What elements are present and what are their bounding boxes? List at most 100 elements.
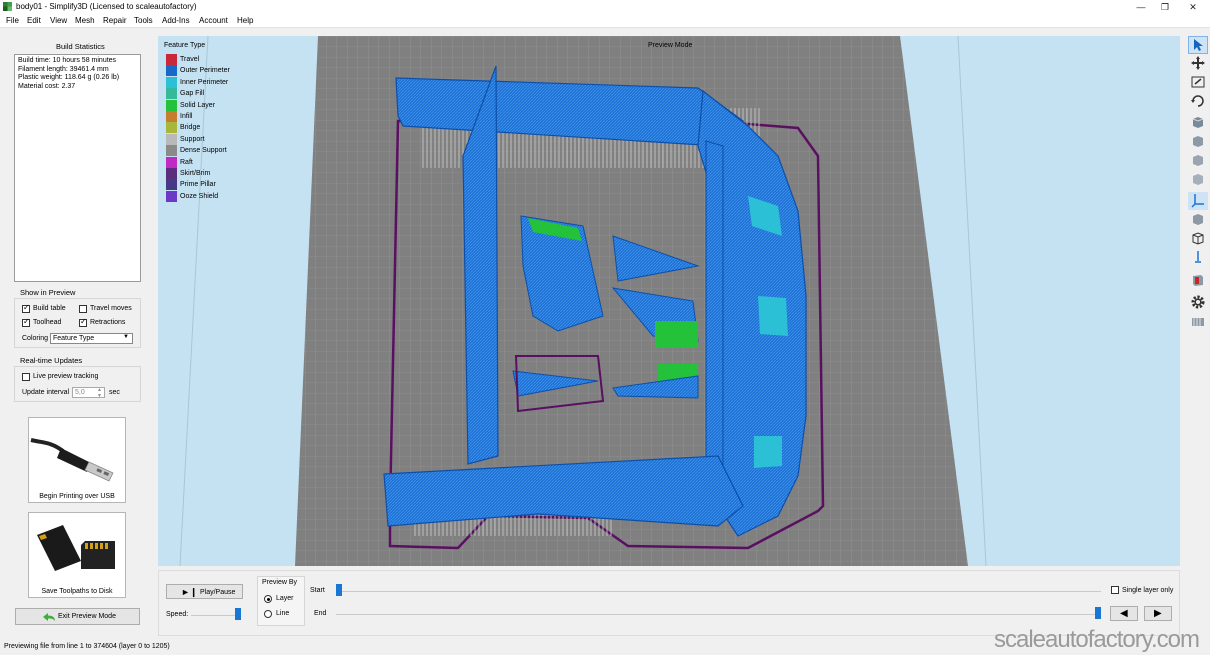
settings-gear-icon[interactable]	[1188, 294, 1208, 312]
view-front-icon[interactable]	[1188, 133, 1208, 151]
restore-button[interactable]: ❐	[1154, 1, 1176, 13]
next-layer-button[interactable]: ▶	[1144, 606, 1172, 621]
cube-wire-icon[interactable]	[1188, 230, 1208, 248]
update-interval-input[interactable]: 5,0 ▲ ▼	[72, 387, 105, 399]
legend-swatch	[166, 54, 177, 65]
view-right-icon[interactable]	[1188, 211, 1208, 229]
legend-swatch	[166, 65, 177, 77]
menu-edit[interactable]: Edit	[27, 16, 41, 25]
single-layer-label: Single layer only	[1122, 587, 1174, 594]
rotate-icon[interactable]	[1188, 93, 1208, 111]
minimize-button[interactable]: —	[1130, 1, 1152, 13]
menu-add-ins[interactable]: Add-Ins	[162, 16, 190, 25]
retractions-checkbox[interactable]	[79, 317, 87, 327]
update-interval-unit: sec	[109, 389, 120, 396]
stat-build-time: Build time: 10 hours 58 minutes	[18, 57, 117, 64]
view-left-icon[interactable]	[1188, 171, 1208, 189]
build-statistics-title: Build Statistics	[56, 42, 105, 51]
preview-by-layer-radio[interactable]	[264, 595, 272, 603]
coloring-value: Feature Type	[53, 335, 95, 342]
right-toolbar	[1186, 34, 1210, 334]
view-back-icon[interactable]	[1188, 152, 1208, 170]
menu-account[interactable]: Account	[199, 16, 228, 25]
save-toolpaths-label: Save Toolpaths to Disk	[41, 588, 113, 595]
z-axis-icon[interactable]	[1188, 249, 1208, 267]
spinner-arrows-icon: ▲ ▼	[97, 387, 102, 399]
legend-swatch	[166, 179, 177, 191]
speed-label: Speed:	[166, 611, 189, 618]
end-slider-track	[336, 614, 1101, 615]
window-title: body01 - Simplify3D (Licensed to scaleau…	[16, 2, 197, 11]
move-icon[interactable]	[1188, 55, 1208, 73]
chevron-down-icon: ▼	[123, 334, 129, 340]
toolpath-render	[179, 36, 987, 566]
save-toolpaths-button[interactable]: Save Toolpaths to Disk	[28, 512, 126, 598]
preview-by-layer-label: Layer	[276, 595, 294, 602]
usb-cable-icon	[30, 438, 114, 482]
arrow-right-icon: ▶	[1154, 608, 1162, 619]
start-slider-track	[336, 591, 1101, 592]
play-pause-label: Play/Pause	[200, 589, 236, 596]
view-default-icon[interactable]	[1188, 114, 1208, 132]
speed-slider-track	[191, 615, 241, 616]
menu-repair[interactable]: Repair	[103, 16, 127, 25]
legend-swatch	[166, 190, 177, 202]
preview-by-line-label: Line	[276, 610, 290, 617]
stat-material-cost: Material cost: 2.37	[18, 82, 76, 90]
title-bar: body01 - Simplify3D (Licensed to scaleau…	[0, 0, 1210, 14]
legend-swatch	[166, 88, 177, 100]
speed-slider-thumb[interactable]	[235, 608, 241, 620]
preview-mode-label: Preview Mode	[648, 42, 693, 49]
travel-moves-checkbox[interactable]	[79, 305, 87, 313]
play-pause-icon: ►❙	[181, 587, 198, 597]
legend-swatch	[166, 111, 177, 122]
select-arrow-icon[interactable]	[1188, 36, 1208, 54]
live-preview-checkbox[interactable]	[22, 373, 30, 381]
back-arrow-icon	[43, 613, 55, 621]
realtime-updates-title: Real-time Updates	[20, 356, 83, 365]
menu-bar: File Edit View Mesh Repair Tools Add-Ins…	[0, 14, 1210, 28]
exit-preview-button[interactable]: Exit Preview Mode	[15, 608, 140, 625]
single-layer-checkbox[interactable]	[1111, 586, 1119, 594]
menu-view[interactable]: View	[50, 16, 67, 25]
build-table-checkbox[interactable]	[22, 303, 30, 313]
exit-preview-label: Exit Preview Mode	[58, 613, 116, 620]
app-logo-icon	[3, 2, 12, 11]
end-slider-thumb[interactable]	[1095, 607, 1101, 619]
retractions-label: Retractions	[90, 319, 126, 326]
previous-layer-button[interactable]: ◀	[1110, 606, 1138, 621]
axes-icon[interactable]	[1188, 192, 1208, 210]
toolhead-checkbox[interactable]	[22, 317, 30, 327]
legend-swatch	[166, 168, 177, 179]
update-interval-label: Update interval	[22, 389, 70, 396]
build-statistics-box: Build time: 10 hours 58 minutes Filament…	[14, 54, 141, 282]
preview-by-line-radio[interactable]	[264, 610, 272, 618]
watermark: scaleautofactory.com	[994, 626, 1200, 653]
start-label: Start	[310, 587, 325, 594]
coloring-label: Coloring	[22, 335, 49, 342]
stat-plastic-weight: Plastic weight: 118.64 g (0.26 lb)	[18, 74, 120, 81]
show-in-preview-title: Show in Preview	[20, 288, 76, 297]
status-text: Previewing file from line 1 to 374604 (l…	[4, 643, 170, 650]
live-preview-label: Live preview tracking	[33, 373, 99, 380]
play-pause-button[interactable]: ►❙ Play/Pause	[166, 584, 243, 599]
menu-tools[interactable]: Tools	[134, 16, 153, 25]
preview-by-title: Preview By	[262, 579, 298, 586]
sd-card-icon	[37, 525, 115, 571]
coloring-select[interactable]: Feature Type ▼	[50, 333, 133, 344]
menu-mesh[interactable]: Mesh	[75, 16, 95, 25]
end-label: End	[314, 610, 327, 617]
build-table-label: Build table	[33, 305, 66, 312]
section-icon[interactable]	[1188, 272, 1208, 290]
legend-swatch	[166, 145, 177, 157]
legend-swatch	[166, 122, 177, 134]
start-slider-thumb[interactable]	[336, 584, 342, 596]
menu-help[interactable]: Help	[237, 16, 253, 25]
bed-icon[interactable]	[1188, 314, 1208, 332]
zoom-icon[interactable]	[1188, 74, 1208, 92]
begin-printing-usb-button[interactable]: Begin Printing over USB	[28, 417, 126, 503]
legend-swatch	[166, 76, 177, 88]
preview-viewport[interactable]: Feature Type Travel Outer Perimeter Inne…	[158, 36, 1180, 566]
close-button[interactable]: ✕	[1182, 1, 1204, 13]
menu-file[interactable]: File	[6, 16, 19, 25]
